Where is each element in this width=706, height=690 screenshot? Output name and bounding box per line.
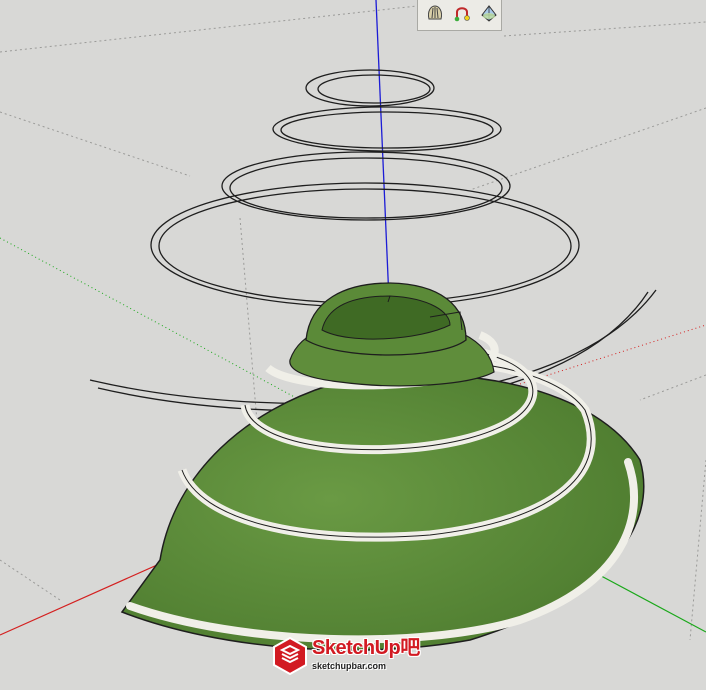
sketchup-bar-watermark: SketchUp吧 sketchupbar.com [270,634,436,678]
follow-path-icon [452,3,472,28]
spiral-shell-model[interactable] [120,282,645,651]
soften-edges-icon [479,3,499,28]
shell-icon [425,3,445,28]
viewport-canvas[interactable] [0,0,706,685]
modeling-viewport[interactable] [0,0,706,685]
follow-path-tool-button[interactable] [450,3,474,27]
watermark-brand-suffix: 吧 [400,637,420,659]
sketchup-logo-icon [273,636,307,676]
red-axis-dotted [519,324,706,385]
shell-base-face [120,374,645,651]
blue-axis [375,0,390,301]
watermark-url: sketchupbar.com [312,661,387,671]
green-axis [589,569,706,633]
soften-edges-tool-button[interactable] [477,3,501,27]
shell-tool-button[interactable] [423,3,447,27]
watermark-brand: SketchUp吧 [312,637,420,659]
green-axis-dotted [0,237,301,401]
sandbox-toolbar [417,0,502,31]
